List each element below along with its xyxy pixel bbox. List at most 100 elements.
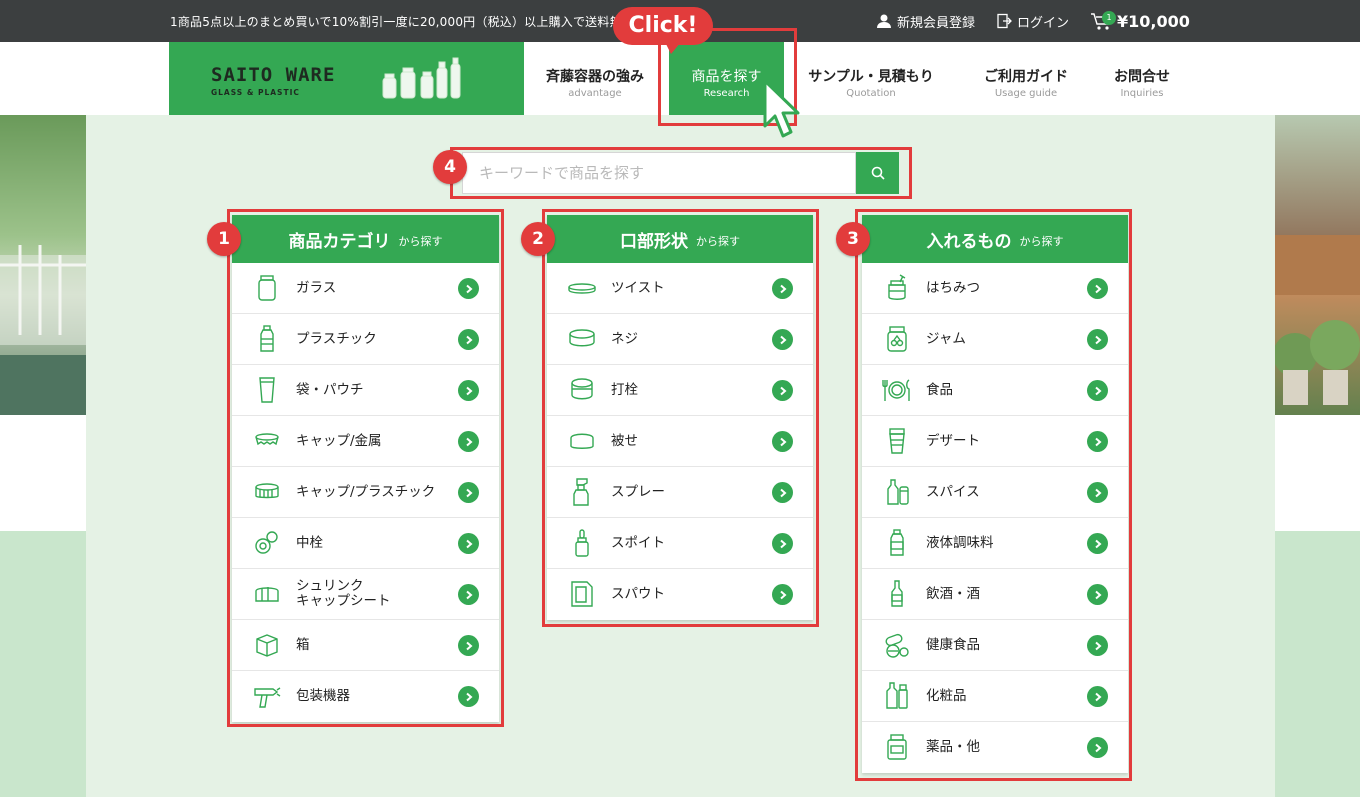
contents-item-label: はちみつ [926, 279, 980, 296]
chevron-right-icon [1087, 686, 1108, 707]
mouth-item-label: 被せ [611, 432, 638, 449]
category-card: 商品カテゴリ から探す ガラス プラスチック 袋・パウチ キャップ/金属 キャッ… [232, 215, 499, 722]
chevron-right-icon [458, 482, 479, 503]
contents-item-food[interactable]: 食品 [862, 365, 1128, 416]
honey-jar-icon [882, 273, 912, 303]
mouth-shape-card-title: 口部形状 [620, 231, 688, 252]
nav-usage-guide-jp: ご利用ガイド [984, 69, 1068, 85]
search-icon [871, 166, 885, 180]
lower-band-right [1275, 531, 1360, 797]
chevron-right-icon [772, 329, 793, 350]
contents-item-label: ジャム [926, 330, 966, 347]
logo-name: SAITO WARE [211, 64, 336, 86]
search-button[interactable] [856, 152, 899, 194]
nav-quotation-en: Quotation [846, 88, 896, 99]
contents-item-health-food[interactable]: 健康食品 [862, 620, 1128, 671]
contents-item-dessert[interactable]: デザート [862, 416, 1128, 467]
contents-item-liquid-seasoning[interactable]: 液体調味料 [862, 518, 1128, 569]
search-input[interactable] [463, 153, 855, 193]
contents-item-honey[interactable]: はちみつ [862, 263, 1128, 314]
category-item-box[interactable]: 箱 [232, 620, 499, 671]
spout-pouch-icon [567, 579, 597, 609]
register-label: 新規会員登録 [897, 15, 976, 31]
nav-usage-guide[interactable]: ご利用ガイド Usage guide [966, 42, 1086, 115]
click-callout: Click! [613, 7, 713, 45]
promo-text: 1商品5点以上のまとめ買いで10%割引一度に20,000円（税込）以上購入で送料… [170, 15, 625, 29]
contents-item-label: 液体調味料 [926, 534, 994, 551]
mouse-pointer-icon [763, 79, 800, 138]
register-link[interactable]: 新規会員登録 [876, 0, 975, 42]
annotation-number-1: 1 [207, 222, 241, 256]
login-link[interactable]: ログイン [996, 0, 1069, 42]
category-item-glass[interactable]: ガラス [232, 263, 499, 314]
heat-gun-icon [252, 681, 282, 711]
category-item-label: キャップ/金属 [296, 432, 382, 449]
category-item-shrink-cap[interactable]: シュリンク キャップシート [232, 569, 499, 620]
chevron-right-icon [458, 686, 479, 707]
category-card-suffix: から探す [398, 235, 443, 248]
shrink-cap-icon [252, 579, 282, 609]
category-item-inner-plug[interactable]: 中栓 [232, 518, 499, 569]
nav-quotation[interactable]: サンプル・見積もり Quotation [796, 42, 946, 115]
jam-jar-icon [882, 324, 912, 354]
chevron-right-icon [1087, 482, 1108, 503]
category-item-plastic[interactable]: プラスチック [232, 314, 499, 365]
site-logo[interactable]: SAITO WARE GLASS & PLASTIC [169, 42, 524, 115]
category-item-plastic-cap[interactable]: キャップ/プラスチック [232, 467, 499, 518]
login-label: ログイン [1017, 15, 1070, 31]
mouth-item-label: ツイスト [611, 279, 665, 296]
chevron-right-icon [772, 584, 793, 605]
category-item-label: ガラス [296, 279, 337, 296]
contents-item-label: スパイス [926, 483, 980, 500]
contents-item-cosmetics[interactable]: 化粧品 [862, 671, 1128, 722]
chevron-right-icon [458, 380, 479, 401]
mouth-item-screw[interactable]: ネジ [547, 314, 813, 365]
annotation-number-2: 2 [521, 222, 555, 256]
mouth-item-twist[interactable]: ツイスト [547, 263, 813, 314]
chevron-right-icon [1087, 431, 1108, 452]
search-box [462, 152, 856, 194]
contents-item-label: デザート [926, 432, 980, 449]
nav-advantage[interactable]: 斉藤容器の強み advantage [530, 42, 660, 115]
mouth-item-cover[interactable]: 被せ [547, 416, 813, 467]
category-item-pouch[interactable]: 袋・パウチ [232, 365, 499, 416]
capsule-icon [882, 630, 912, 660]
contents-item-liquor[interactable]: 飲酒・酒 [862, 569, 1128, 620]
mouth-item-label: 打栓 [611, 381, 638, 398]
nav-usage-guide-en: Usage guide [994, 88, 1058, 99]
dessert-cup-icon [882, 426, 912, 456]
contents-item-spice[interactable]: スパイス [862, 467, 1128, 518]
screw-cap-icon [567, 324, 597, 354]
contents-item-label: 薬品・他 [926, 739, 980, 755]
category-item-metal-cap[interactable]: キャップ/金属 [232, 416, 499, 467]
nav-advantage-en: advantage [568, 88, 622, 99]
annotation-number-3: 3 [836, 222, 870, 256]
chevron-right-icon [1087, 329, 1108, 350]
chevron-right-icon [458, 431, 479, 452]
mouth-item-spray[interactable]: スプレー [547, 467, 813, 518]
mouth-item-cork[interactable]: 打栓 [547, 365, 813, 416]
pouch-icon [252, 375, 282, 405]
category-item-label: 包装機器 [296, 688, 350, 704]
contents-item-jam[interactable]: ジャム [862, 314, 1128, 365]
nav-advantage-jp: 斉藤容器の強み [546, 69, 644, 85]
category-item-label: 袋・パウチ [296, 381, 364, 398]
chevron-right-icon [772, 278, 793, 299]
hero-photo-left [0, 115, 86, 415]
chevron-right-icon [458, 278, 479, 299]
mouth-item-dropper[interactable]: スポイト [547, 518, 813, 569]
mouth-item-label: スパウト [611, 586, 665, 602]
contents-card-suffix: から探す [1019, 235, 1064, 248]
category-item-label: キャップ/プラスチック [296, 483, 436, 500]
mouth-item-spout[interactable]: スパウト [547, 569, 813, 620]
contents-item-medicine[interactable]: 薬品・他 [862, 722, 1128, 773]
hero-photo-right [1275, 115, 1360, 415]
contents-item-label: 化粧品 [926, 687, 967, 704]
category-item-label: シュリンク キャップシート [296, 578, 391, 609]
user-icon [877, 14, 891, 28]
category-item-packaging-machine[interactable]: 包装機器 [232, 671, 499, 722]
nav-inquiries[interactable]: お問合せ Inquiries [1100, 42, 1184, 115]
mouth-item-label: ネジ [611, 330, 638, 347]
category-card-title: 商品カテゴリ [288, 231, 391, 252]
contents-card: 入れるもの から探す はちみつ ジャム 食品 デザート スパイス 液体調味料 飲… [862, 215, 1128, 773]
